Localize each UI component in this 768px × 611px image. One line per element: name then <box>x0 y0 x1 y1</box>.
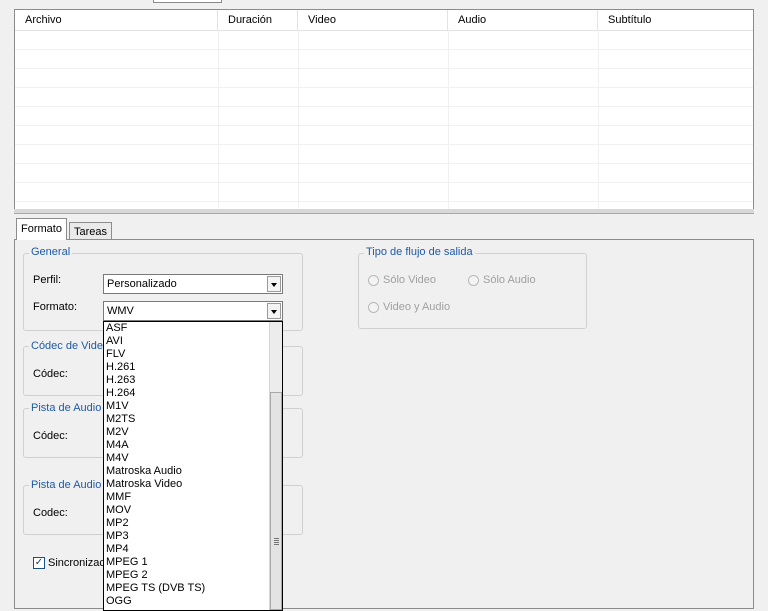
column-divider <box>218 30 219 210</box>
grip-line <box>274 544 279 545</box>
format-option[interactable]: Matroska Video <box>104 478 282 491</box>
column-divider <box>448 30 449 210</box>
format-option[interactable]: M4V <box>104 452 282 465</box>
format-option[interactable]: M2V <box>104 426 282 439</box>
format-select-value: WMV <box>107 305 134 317</box>
format-option[interactable]: MPEG 1 <box>104 556 282 569</box>
format-option[interactable]: M1V <box>104 400 282 413</box>
table-row <box>15 87 753 107</box>
chevron-down-icon[interactable] <box>267 303 281 319</box>
format-option[interactable]: MP4 <box>104 543 282 556</box>
column-divider <box>598 30 599 210</box>
video-codec-group-title: Códec de Video <box>29 340 112 352</box>
format-options: ASF AVI FLV H.261 H.263 H.264 M1V M2TS M2V M4A M4V… <box>104 322 282 608</box>
format-option[interactable]: MP3 <box>104 530 282 543</box>
radio-video-and-audio[interactable] <box>368 302 379 313</box>
output-stream-group <box>358 253 587 329</box>
format-option[interactable]: H.264 <box>104 387 282 400</box>
format-option[interactable]: MPEG TS (DVB TS) <box>104 582 282 595</box>
column-header-subtitulo[interactable]: Subtítulo <box>598 10 753 30</box>
file-list-table[interactable]: Archivo Duración Video Audio Subtítulo <box>14 9 754 211</box>
audio-track-2-title: Pista de Audio <box>29 479 104 491</box>
format-option[interactable]: Matroska Audio <box>104 465 282 478</box>
profile-select[interactable]: Personalizado <box>103 274 283 294</box>
grip-line <box>274 540 279 541</box>
table-row <box>15 30 753 50</box>
table-header: Archivo Duración Video Audio Subtítulo <box>15 10 753 31</box>
table-row <box>15 144 753 164</box>
sync-checkbox[interactable]: ✓ <box>33 557 45 569</box>
dropdown-scrollbar[interactable] <box>269 322 282 610</box>
top-tab-remnant[interactable] <box>153 0 222 3</box>
table-row <box>15 106 753 126</box>
chevron-down-icon[interactable] <box>267 276 281 292</box>
column-divider <box>298 30 299 210</box>
format-option[interactable]: H.263 <box>104 374 282 387</box>
audio-track-1-codec-label: Códec: <box>33 430 68 442</box>
format-option[interactable]: OGG <box>104 595 282 608</box>
tab-formato[interactable]: Formato <box>16 218 67 240</box>
format-option[interactable]: ASF <box>104 322 282 335</box>
format-option[interactable]: M2TS <box>104 413 282 426</box>
column-header-audio[interactable]: Audio <box>448 10 598 30</box>
general-group-title: General <box>29 246 73 258</box>
grip-line <box>274 542 279 543</box>
grip-line <box>274 538 279 539</box>
format-select[interactable]: WMV <box>103 301 283 321</box>
radio-video-only-label: Sólo Video <box>383 274 437 286</box>
radio-video-and-audio-label: Video y Audio <box>383 301 451 313</box>
radio-audio-only[interactable] <box>468 275 479 286</box>
table-row <box>15 182 753 202</box>
format-option[interactable]: MP2 <box>104 517 282 530</box>
format-option[interactable]: AVI <box>104 335 282 348</box>
video-codec-label: Códec: <box>33 368 68 380</box>
table-row <box>15 163 753 183</box>
format-option[interactable]: M4A <box>104 439 282 452</box>
format-option[interactable]: MOV <box>104 504 282 517</box>
profile-select-value: Personalizado <box>107 278 177 290</box>
table-row <box>15 68 753 88</box>
format-option[interactable]: MMF <box>104 491 282 504</box>
format-dropdown-list[interactable]: ASF AVI FLV H.261 H.263 H.264 M1V M2TS M2V M4A M4V… <box>103 321 283 611</box>
splitter-bar[interactable] <box>14 209 754 214</box>
column-header-archivo[interactable]: Archivo <box>15 10 218 30</box>
output-stream-title: Tipo de flujo de salida <box>364 246 475 258</box>
scrollbar-thumb[interactable] <box>270 392 282 610</box>
profile-label: Perfil: <box>33 274 62 286</box>
radio-video-only[interactable] <box>368 275 379 286</box>
audio-track-1-title: Pista de Audio <box>29 402 104 414</box>
table-row <box>15 125 753 145</box>
format-label: Formato: <box>33 301 78 313</box>
column-header-duracion[interactable]: Duración <box>218 10 298 30</box>
format-option[interactable]: MPEG 2 <box>104 569 282 582</box>
column-header-video[interactable]: Video <box>298 10 448 30</box>
format-option[interactable]: H.261 <box>104 361 282 374</box>
radio-audio-only-label: Sólo Audio <box>483 274 536 286</box>
table-row <box>15 49 753 69</box>
format-option[interactable]: FLV <box>104 348 282 361</box>
audio-track-2-codec-label: Codec: <box>33 507 68 519</box>
